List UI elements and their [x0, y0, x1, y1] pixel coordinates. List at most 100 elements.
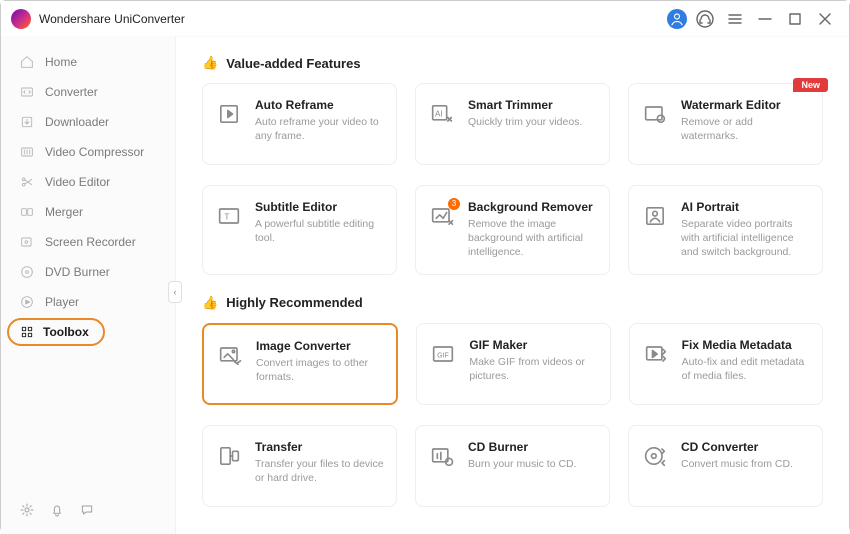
card-title: AI Portrait [681, 200, 810, 214]
sidebar-item-dvd[interactable]: DVD Burner [1, 257, 175, 287]
sidebar-item-toolbox[interactable]: Toolbox [1, 317, 175, 347]
thumb-icon: 👍 [202, 55, 218, 71]
user-avatar-icon[interactable] [667, 9, 687, 29]
card-title: CD Converter [681, 440, 793, 454]
sidebar-item-player[interactable]: Player [1, 287, 175, 317]
merge-icon [19, 204, 35, 220]
count-badge: 3 [448, 198, 460, 210]
card-desc: Auto reframe your video to any frame. [255, 115, 384, 143]
card-background-remover[interactable]: 3 Background Remover Remove the image ba… [415, 185, 610, 275]
card-title: CD Burner [468, 440, 577, 454]
card-desc: Auto-fix and edit metadata of media file… [682, 355, 810, 383]
sidebar-item-converter[interactable]: Converter [1, 77, 175, 107]
settings-icon[interactable] [19, 502, 35, 518]
card-desc: Convert images to other formats. [256, 356, 384, 384]
record-icon [19, 234, 35, 250]
sidebar-item-label: Toolbox [43, 325, 89, 339]
card-desc: Separate video portraits with artificial… [681, 217, 810, 260]
disc-icon [19, 264, 35, 280]
grid-icon [19, 324, 35, 340]
app-logo-icon [11, 9, 31, 29]
close-button[interactable] [813, 7, 837, 31]
portrait-icon [641, 202, 669, 230]
sidebar-item-label: Home [45, 55, 77, 69]
card-smart-trimmer[interactable]: AI Smart Trimmer Quickly trim your video… [415, 83, 610, 165]
thumb-icon: 👍 [202, 295, 218, 311]
sidebar-item-compressor[interactable]: Video Compressor [1, 137, 175, 167]
transfer-icon [215, 442, 243, 470]
svg-text:AI: AI [435, 109, 443, 118]
imgconv-icon [216, 341, 244, 369]
card-title: Subtitle Editor [255, 200, 384, 214]
card-desc: Make GIF from videos or pictures. [469, 355, 597, 383]
metadata-icon [642, 340, 670, 368]
download-icon [19, 114, 35, 130]
card-desc: Quickly trim your videos. [468, 115, 582, 129]
sidebar-item-label: Downloader [45, 115, 109, 129]
titlebar: Wondershare UniConverter [1, 1, 849, 37]
sidebar-item-recorder[interactable]: Screen Recorder [1, 227, 175, 257]
card-transfer[interactable]: Transfer Transfer your files to device o… [202, 425, 397, 507]
card-image-converter[interactable]: Image Converter Convert images to other … [202, 323, 398, 405]
card-fix-metadata[interactable]: Fix Media Metadata Auto-fix and edit met… [629, 323, 823, 405]
card-title: Watermark Editor [681, 98, 810, 112]
card-title: Smart Trimmer [468, 98, 582, 112]
sidebar: Home Converter Downloader Video Compress… [1, 37, 176, 534]
section-title: Highly Recommended [226, 295, 363, 310]
play-icon [19, 294, 35, 310]
reframe-icon [215, 100, 243, 128]
sidebar-collapse-button[interactable]: ‹ [168, 281, 182, 303]
sidebar-item-label: Merger [45, 205, 83, 219]
sidebar-item-label: Screen Recorder [45, 235, 136, 249]
card-cd-burner[interactable]: CD Burner Burn your music to CD. [415, 425, 610, 507]
card-cd-converter[interactable]: CD Converter Convert music from CD. [628, 425, 823, 507]
minimize-button[interactable] [753, 7, 777, 31]
sidebar-item-home[interactable]: Home [1, 47, 175, 77]
app-title: Wondershare UniConverter [39, 12, 185, 26]
card-title: Auto Reframe [255, 98, 384, 112]
support-icon[interactable] [693, 7, 717, 31]
cdconv-icon [641, 442, 669, 470]
compress-icon [19, 144, 35, 160]
converter-icon [19, 84, 35, 100]
sidebar-item-downloader[interactable]: Downloader [1, 107, 175, 137]
bgremove-icon: 3 [428, 202, 456, 230]
sidebar-item-editor[interactable]: Video Editor [1, 167, 175, 197]
subtitle-icon: T [215, 202, 243, 230]
card-title: Background Remover [468, 200, 597, 214]
sidebar-item-label: Video Compressor [45, 145, 144, 159]
card-ai-portrait[interactable]: AI Portrait Separate video portraits wit… [628, 185, 823, 275]
card-desc: Remove or add watermarks. [681, 115, 810, 143]
trim-icon: AI [428, 100, 456, 128]
new-badge: New [793, 78, 828, 92]
sidebar-item-label: Video Editor [45, 175, 110, 189]
card-gif-maker[interactable]: GIF GIF Maker Make GIF from videos or pi… [416, 323, 610, 405]
card-title: GIF Maker [469, 338, 597, 352]
feedback-icon[interactable] [79, 502, 95, 518]
sidebar-item-label: Player [45, 295, 79, 309]
card-desc: Remove the image background with artific… [468, 217, 597, 260]
card-auto-reframe[interactable]: Auto Reframe Auto reframe your video to … [202, 83, 397, 165]
cdburn-icon [428, 442, 456, 470]
menu-icon[interactable] [723, 7, 747, 31]
card-desc: Transfer your files to device or hard dr… [255, 457, 384, 485]
scissors-icon [19, 174, 35, 190]
sidebar-item-label: DVD Burner [45, 265, 110, 279]
svg-text:T: T [224, 213, 229, 222]
sidebar-item-merger[interactable]: Merger [1, 197, 175, 227]
card-title: Fix Media Metadata [682, 338, 810, 352]
maximize-button[interactable] [783, 7, 807, 31]
section-title: Value-added Features [226, 56, 360, 71]
gif-icon: GIF [429, 340, 457, 368]
svg-text:GIF: GIF [437, 352, 449, 359]
home-icon [19, 54, 35, 70]
sidebar-item-label: Converter [45, 85, 98, 99]
watermark-icon [641, 100, 669, 128]
card-watermark-editor[interactable]: New Watermark Editor Remove or add water… [628, 83, 823, 165]
card-title: Transfer [255, 440, 384, 454]
section-head-value-added: 👍 Value-added Features [202, 55, 823, 71]
card-desc: A powerful subtitle editing tool. [255, 217, 384, 245]
card-desc: Convert music from CD. [681, 457, 793, 471]
card-subtitle-editor[interactable]: T Subtitle Editor A powerful subtitle ed… [202, 185, 397, 275]
notifications-icon[interactable] [49, 502, 65, 518]
